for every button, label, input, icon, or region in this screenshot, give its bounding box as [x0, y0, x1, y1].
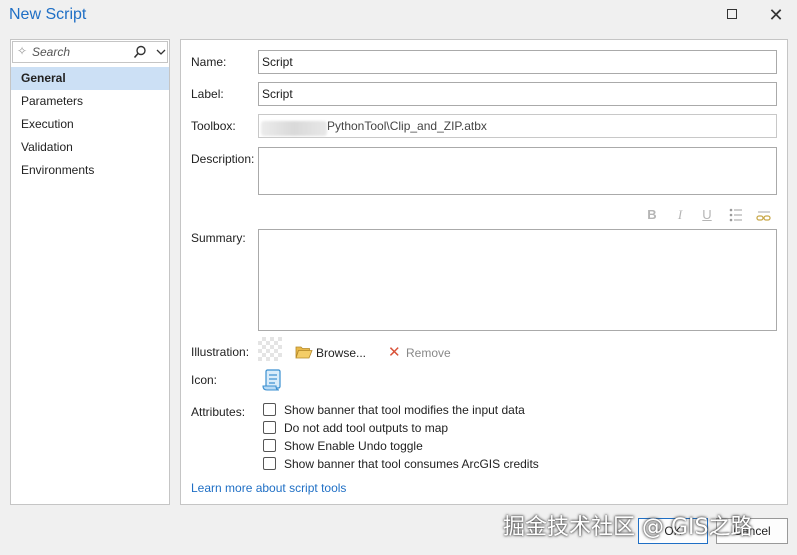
sparkle-icon: ✧ — [17, 44, 28, 58]
close-icon: ✕ — [768, 5, 784, 25]
italic-button[interactable]: I — [671, 206, 689, 224]
attributes-label: Attributes: — [191, 405, 246, 419]
nav-list: General Parameters Execution Validation … — [11, 67, 169, 182]
toolbox-field[interactable] — [258, 114, 777, 138]
watermark: 掘金技术社区 @ GIS之路 — [503, 515, 753, 540]
underline-button[interactable]: U — [698, 206, 716, 224]
nav-item-parameters[interactable]: Parameters — [11, 90, 169, 113]
redacted-path — [261, 121, 327, 136]
attribute-label: Show Enable Undo toggle — [284, 439, 423, 453]
toolbox-label: Toolbox: — [191, 119, 236, 133]
nav-item-environments[interactable]: Environments — [11, 159, 169, 182]
attribute-label: Show banner that tool consumes ArcGIS cr… — [284, 457, 539, 471]
remove-label: Remove — [406, 346, 451, 360]
general-panel: Name: Label: Toolbox: Description: B I U… — [180, 39, 788, 505]
description-label: Description: — [191, 152, 255, 166]
hyperlink-icon[interactable] — [755, 206, 773, 224]
nav-item-general[interactable]: General — [11, 67, 169, 90]
search-icon[interactable] — [133, 45, 147, 59]
remove-icon: ✕ — [388, 344, 401, 361]
bold-button[interactable]: B — [643, 206, 661, 224]
attribute-checkbox[interactable] — [263, 439, 276, 452]
maximize-icon — [727, 9, 737, 19]
window-title: New Script — [9, 6, 87, 23]
browse-label: Browse... — [316, 346, 367, 360]
folder-open-icon — [295, 346, 313, 359]
label-label: Label: — [191, 87, 224, 101]
script-scroll-icon[interactable] — [261, 368, 283, 392]
bullet-list-icon[interactable] — [727, 206, 745, 224]
name-label: Name: — [191, 55, 227, 69]
nav-item-execution[interactable]: Execution — [11, 113, 169, 136]
summary-label: Summary: — [191, 231, 246, 245]
left-panel: ✧ General Parameters Execution Validatio… — [10, 39, 170, 505]
attribute-checkbox[interactable] — [263, 421, 276, 434]
description-field[interactable] — [258, 147, 777, 195]
attribute-checkbox[interactable] — [263, 457, 276, 470]
chevron-down-icon[interactable] — [155, 46, 167, 58]
search-input[interactable] — [32, 44, 132, 60]
close-button[interactable]: ✕ — [763, 4, 789, 26]
maximize-button[interactable] — [719, 4, 745, 26]
nav-item-validation[interactable]: Validation — [11, 136, 169, 159]
learn-more-link[interactable]: Learn more about script tools — [191, 481, 346, 495]
title-bar: New Script ✕ — [0, 0, 797, 32]
attribute-label: Do not add tool outputs to map — [284, 421, 449, 435]
summary-field[interactable] — [258, 229, 777, 331]
attribute-checkbox[interactable] — [263, 403, 276, 416]
illustration-label: Illustration: — [191, 345, 250, 359]
attribute-label: Show banner that tool modifies the input… — [284, 403, 525, 417]
illustration-preview — [258, 337, 282, 361]
label-field[interactable] — [258, 82, 777, 106]
name-field[interactable] — [258, 50, 777, 74]
icon-label: Icon: — [191, 373, 218, 387]
search-box: ✧ — [12, 41, 168, 63]
